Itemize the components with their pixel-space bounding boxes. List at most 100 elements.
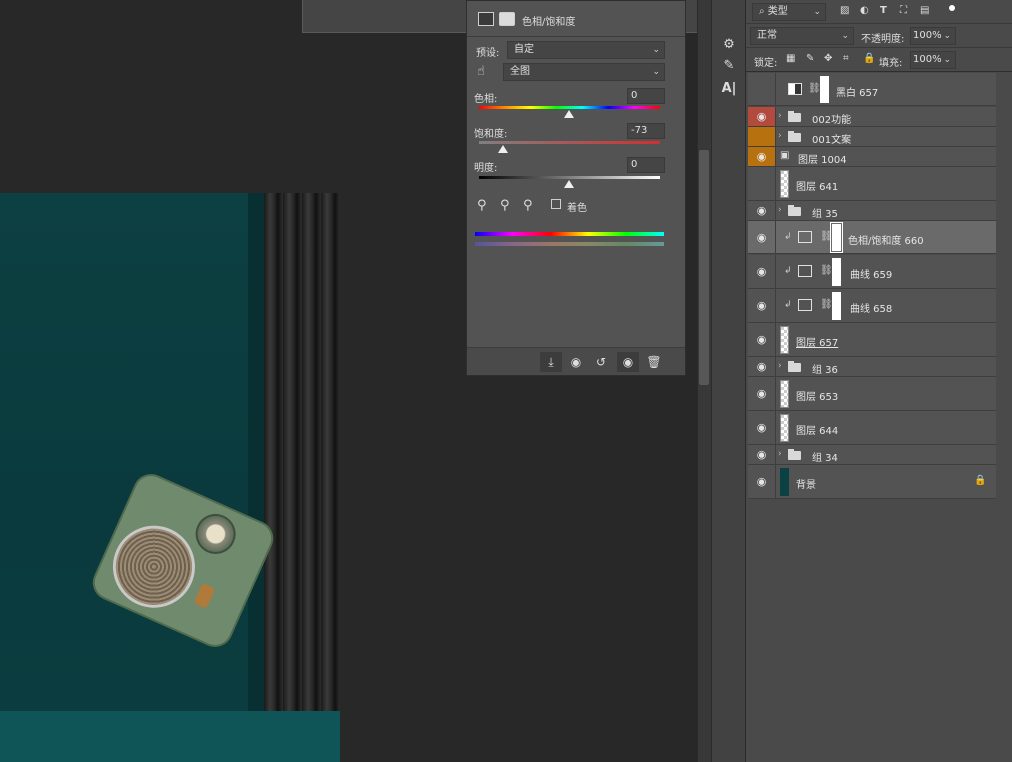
layer-name[interactable]: 色相/饱和度 660 bbox=[848, 232, 924, 247]
pixel-filter-icon[interactable]: ▨ bbox=[840, 5, 849, 16]
filter-kind-dropdown[interactable]: ⌕ 类型 ⌄ bbox=[752, 3, 826, 21]
eye-icon[interactable]: ◉ bbox=[748, 411, 776, 444]
layer-mask-thumbnail[interactable] bbox=[820, 76, 829, 103]
layer-name[interactable]: 图层 641 bbox=[796, 178, 838, 193]
layer-row[interactable]: ◉ 图层 657 bbox=[748, 323, 996, 357]
lock-transparent-icon[interactable]: ▦ bbox=[786, 53, 795, 64]
layer-name[interactable]: 图层 657 bbox=[796, 334, 838, 349]
layer-row[interactable]: ◉ ↲ ⛓ 曲线 658 bbox=[748, 289, 996, 323]
lock-position-icon[interactable]: ✥ bbox=[824, 53, 832, 64]
layer-mask-thumbnail[interactable] bbox=[832, 258, 841, 286]
lock-artboard-icon[interactable]: ⌗ bbox=[843, 53, 849, 64]
chain-link-icon[interactable]: ⛓ bbox=[820, 231, 833, 242]
smart-object-filter-icon[interactable]: ▤ bbox=[920, 5, 929, 16]
layer-mask-thumbnail[interactable] bbox=[830, 222, 843, 253]
layer-mask-thumbnail[interactable] bbox=[832, 292, 841, 320]
clip-to-layer-icon[interactable]: ⤓ bbox=[540, 352, 562, 372]
layer-row[interactable]: ◉ ▣ 图层 1004 bbox=[748, 147, 996, 167]
layer-name[interactable]: 图层 1004 bbox=[798, 151, 847, 166]
layer-row[interactable]: ◉ › 组 35 bbox=[748, 201, 996, 221]
eye-icon[interactable]: ◉ bbox=[748, 289, 776, 322]
saturation-slider-thumb[interactable] bbox=[498, 145, 508, 153]
channel-dropdown[interactable]: 全图 ⌄ bbox=[503, 63, 665, 81]
layer-name[interactable]: 图层 644 bbox=[796, 422, 838, 437]
layer-row[interactable]: 图层 641 bbox=[748, 167, 996, 201]
lightness-slider-thumb[interactable] bbox=[564, 180, 574, 188]
brush-presets-icon[interactable]: ✎ bbox=[720, 57, 738, 75]
adjustment-filter-icon[interactable]: ◐ bbox=[860, 5, 869, 16]
lock-all-icon[interactable]: 🔒 bbox=[863, 53, 875, 64]
eye-icon[interactable]: ◉ bbox=[748, 107, 776, 126]
layer-row[interactable]: ◉ 背景 🔒 bbox=[748, 465, 996, 499]
chevron-right-icon[interactable]: › bbox=[778, 361, 782, 371]
eye-icon[interactable]: ◉ bbox=[748, 323, 776, 356]
layer-row[interactable]: ◉ 图层 644 bbox=[748, 411, 996, 445]
trash-icon[interactable]: 🗑 bbox=[643, 352, 665, 372]
visibility-off-icon[interactable] bbox=[748, 73, 776, 105]
shape-filter-icon[interactable]: ⛶ bbox=[900, 5, 907, 16]
chain-link-icon[interactable]: ⛓ bbox=[808, 83, 821, 94]
layer-row[interactable]: ◉ › 002功能 bbox=[748, 107, 996, 127]
chevron-right-icon[interactable]: › bbox=[778, 131, 782, 141]
blend-mode-dropdown[interactable]: 正常 ⌄ bbox=[750, 27, 854, 45]
chevron-right-icon[interactable]: › bbox=[778, 111, 782, 121]
layer-row[interactable]: ◉ › 组 36 bbox=[748, 357, 996, 377]
eye-icon[interactable]: ◉ bbox=[748, 221, 776, 253]
hue-input[interactable]: 0 bbox=[627, 88, 665, 104]
visibility-off-icon[interactable] bbox=[748, 127, 776, 146]
type-filter-icon[interactable]: T bbox=[880, 5, 887, 16]
layer-row[interactable]: ⛓ 黑白 657 bbox=[748, 73, 996, 106]
lightness-slider-track[interactable] bbox=[479, 176, 660, 179]
layer-name[interactable]: 曲线 659 bbox=[850, 266, 892, 281]
eye-icon[interactable]: ◉ bbox=[748, 445, 776, 464]
fill-input[interactable]: 100% ⌄ bbox=[910, 51, 956, 69]
layer-name[interactable]: 背景 bbox=[796, 476, 816, 491]
character-panel-icon[interactable]: A| bbox=[720, 80, 738, 98]
layer-row[interactable]: › 001文案 bbox=[748, 127, 996, 147]
eye-icon[interactable]: ◉ bbox=[748, 201, 776, 220]
eyedropper-icon[interactable]: ⚲ bbox=[477, 198, 487, 213]
colorize-checkbox[interactable] bbox=[551, 199, 561, 209]
eyedropper-plus-icon[interactable]: ⚲ bbox=[500, 198, 510, 213]
hue-slider-track[interactable] bbox=[479, 106, 660, 109]
eye-icon[interactable]: ◉ bbox=[748, 357, 776, 376]
layer-name[interactable]: 组 36 bbox=[812, 361, 838, 376]
canvas-scrollbar-thumb[interactable] bbox=[699, 150, 709, 385]
adjustment-icon[interactable] bbox=[478, 12, 494, 26]
eye-icon[interactable]: ◉ bbox=[748, 147, 776, 166]
layer-name[interactable]: 组 34 bbox=[812, 449, 838, 464]
hue-slider-thumb[interactable] bbox=[564, 110, 574, 118]
layer-name[interactable]: 黑白 657 bbox=[836, 84, 878, 99]
layer-name[interactable]: 图层 653 bbox=[796, 388, 838, 403]
layer-name[interactable]: 曲线 658 bbox=[850, 300, 892, 315]
chain-link-icon[interactable]: ⛓ bbox=[820, 299, 833, 310]
filter-toggle-icon[interactable] bbox=[949, 5, 955, 11]
preset-dropdown[interactable]: 自定 ⌄ bbox=[507, 41, 665, 59]
layer-name[interactable]: 组 35 bbox=[812, 205, 838, 220]
chevron-right-icon[interactable]: › bbox=[778, 205, 782, 215]
eye-icon[interactable]: ◉ bbox=[748, 255, 776, 288]
layer-name[interactable]: 002功能 bbox=[812, 111, 851, 126]
chevron-right-icon[interactable]: › bbox=[778, 449, 782, 459]
layer-row[interactable]: ◉ 图层 653 bbox=[748, 377, 996, 411]
layer-row[interactable]: ◉ › 组 34 bbox=[748, 445, 996, 465]
layer-row[interactable]: ◉ ↲ ⛓ 曲线 659 bbox=[748, 255, 996, 289]
properties-panel-icon[interactable]: ⚙ bbox=[720, 36, 738, 54]
mask-icon[interactable] bbox=[499, 12, 515, 26]
chain-link-icon[interactable]: ⛓ bbox=[820, 265, 833, 276]
eye-icon[interactable]: ◉ bbox=[748, 465, 776, 498]
reset-icon[interactable]: ↺ bbox=[590, 352, 612, 372]
lock-image-icon[interactable]: ✎ bbox=[806, 53, 814, 64]
layer-name[interactable]: 001文案 bbox=[812, 131, 851, 146]
visibility-eye-icon[interactable]: ◉ bbox=[617, 352, 639, 372]
saturation-input[interactable]: -73 bbox=[627, 123, 665, 139]
eyedropper-minus-icon[interactable]: ⚲ bbox=[523, 198, 533, 213]
lightness-input[interactable]: 0 bbox=[627, 157, 665, 173]
view-previous-state-icon[interactable]: ◉ bbox=[565, 352, 587, 372]
targeted-adjustment-hand-icon[interactable]: ☝ bbox=[477, 64, 485, 79]
eye-icon[interactable]: ◉ bbox=[748, 377, 776, 410]
opacity-input[interactable]: 100% ⌄ bbox=[910, 27, 956, 45]
layer-row-selected[interactable]: ◉ ↲ ⛓ 色相/饱和度 660 bbox=[748, 221, 996, 254]
visibility-off-icon[interactable] bbox=[748, 167, 776, 200]
saturation-slider-track[interactable] bbox=[479, 141, 660, 144]
